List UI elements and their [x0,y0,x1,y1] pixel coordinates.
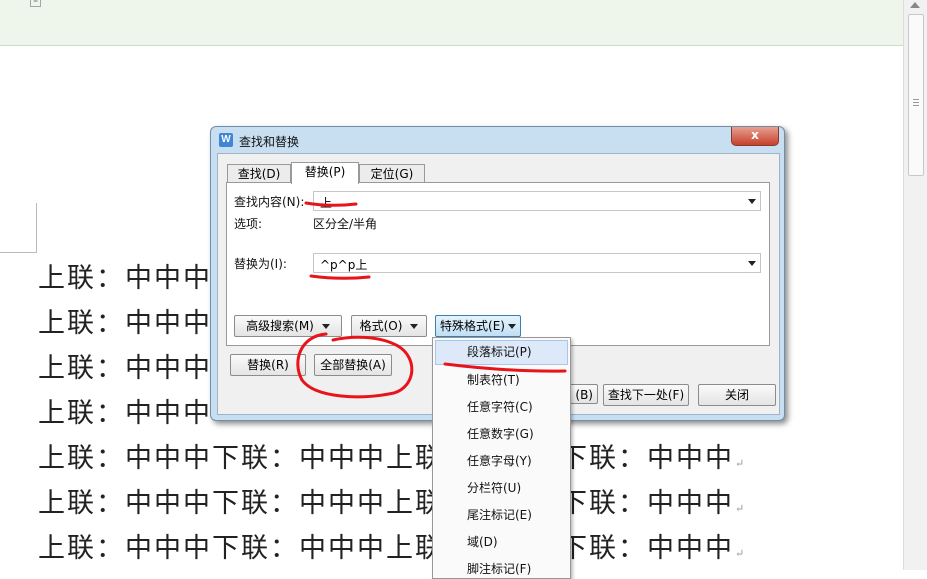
close-window-icon[interactable]: x [731,127,779,146]
menu-item-tab-char[interactable]: 制表符(T) [433,367,570,394]
paragraph-mark-icon: ↵ [735,547,747,560]
menu-item-column-break[interactable]: 分栏符(U) [433,475,570,502]
replace-button[interactable]: 替换(R) [230,354,306,376]
chevron-down-icon[interactable] [748,199,756,204]
document-line: 上联：中中中 [38,353,212,384]
format-button[interactable]: 格式(O) [351,315,427,337]
tab-goto[interactable]: 定位(G) [359,164,425,183]
close-button[interactable]: 关闭 [698,384,776,406]
document-line: 上联：中中中下联：中中中上联：中中中下联：中中中↵ [38,533,747,564]
scrollbar-thumb[interactable] [908,14,924,176]
find-value: 上 [320,196,333,210]
replace-tab-panel: 查找内容(N): 上 选项: 区分全/半角 替换为(I): ^p^p上 高级搜索… [226,182,770,346]
menu-item-field[interactable]: 域(D) [433,529,570,556]
find-label: 查找内容(N): [234,195,305,209]
chevron-down-icon[interactable] [748,261,756,266]
paragraph-mark-icon: ↵ [735,502,747,515]
page-margin-corner [0,203,37,253]
vertical-scrollbar[interactable] [903,0,927,570]
format-label: 格式(O) [359,319,403,333]
chevron-down-icon [321,324,330,329]
document-line: 上联：中中中 [38,308,212,339]
scroll-up-arrow-icon[interactable] [910,2,920,8]
menu-item-any-char[interactable]: 任意字符(C) [433,394,570,421]
menu-item-endnote-mark[interactable]: 尾注标记(E) [433,502,570,529]
chevron-down-icon [507,324,516,329]
dialog-titlebar[interactable]: W 查找和替换 x [211,127,784,153]
replace-all-button[interactable]: 全部替换(A) [314,354,392,376]
document-icon: ≡ [30,0,41,7]
options-label: 选项: [234,217,263,231]
ribbon-area: ≡ [0,0,903,46]
tab-replace[interactable]: 替换(P) [291,162,359,184]
special-format-menu: 段落标记(P) 制表符(T) 任意字符(C) 任意数字(G) 任意字母(Y) 分… [432,337,571,579]
dialog-title: 查找和替换 [239,135,300,149]
grip-icon [913,99,919,100]
replace-input[interactable]: ^p^p上 [313,253,761,273]
paragraph-mark-icon: ↵ [735,457,747,470]
tab-find[interactable]: 查找(D) [227,164,291,183]
document-line: 上联：中中中下联：中中中上联：中中中下联：中中中↵ [38,488,747,519]
menu-item-any-digit[interactable]: 任意数字(G) [433,421,570,448]
menu-item-footnote-mark[interactable]: 脚注标记(F) [433,556,570,578]
menu-item-any-letter[interactable]: 任意字母(Y) [433,448,570,475]
special-format-label: 特殊格式(E) [440,319,505,333]
options-value: 区分全/半角 [313,217,378,231]
document-line: 上联：中中中下联：中中中上联：中中中下联：中中中↵ [38,443,747,474]
special-format-button[interactable]: 特殊格式(E) [435,315,521,337]
find-next-button[interactable]: 查找下一处(F) [603,384,689,406]
chevron-down-icon [410,324,419,329]
document-line: 上联：中中中 [38,263,212,294]
replace-value: ^p^p上 [320,258,368,272]
advanced-search-button[interactable]: 高级搜索(M) [234,315,342,337]
document-line: 上联：中中中 [38,398,212,429]
find-input[interactable]: 上 [313,191,761,211]
advanced-search-label: 高级搜索(M) [246,319,314,333]
replace-label: 替换为(I): [234,257,287,271]
wps-app-icon: W [219,133,233,147]
menu-item-paragraph-mark[interactable]: 段落标记(P) [435,340,568,365]
